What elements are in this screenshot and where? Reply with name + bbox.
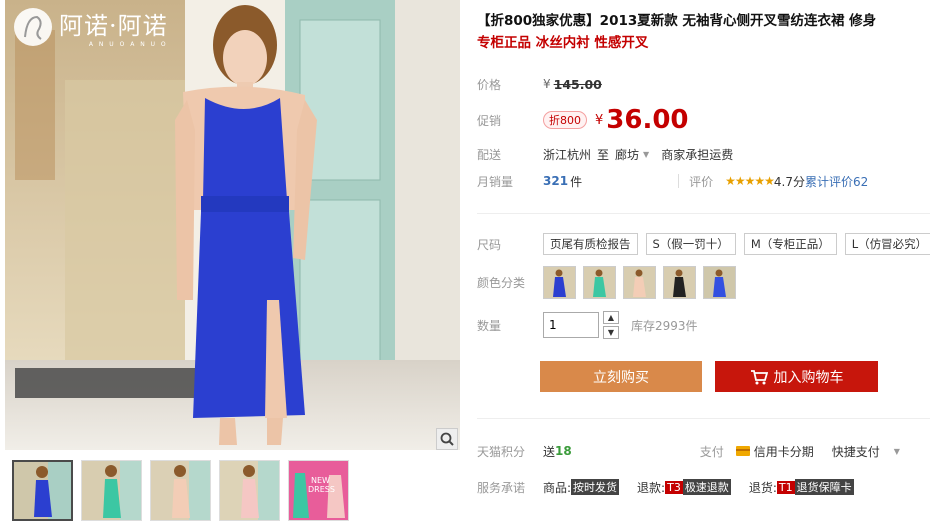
size-option-m[interactable]: M（专柜正品） <box>743 233 837 255</box>
review-count: 62 <box>853 174 869 189</box>
service-goods-label: 商品: <box>543 480 572 495</box>
pay-more-caret-icon[interactable]: ▼ <box>894 447 900 456</box>
shipping-to-word: 至 <box>597 147 610 162</box>
original-price: 145.00 <box>553 76 602 92</box>
pay-label: 支付 <box>699 444 724 459</box>
divider-top <box>477 213 930 214</box>
pay-card[interactable]: 信用卡分期 <box>754 443 814 460</box>
color-swatch-blue-alt[interactable] <box>703 266 736 299</box>
cart-icon <box>750 369 768 384</box>
main-product-image[interactable]: 阿诺·阿诺 A N U O A N U O <box>5 0 460 450</box>
size-row: 尺码 页尾有质检报告 S（假一罚十） M（专柜正品） L（仿冒必究） <box>477 233 930 255</box>
service-row: 服务承诺 商品: 按时发货 退款: T3 极速退款 退货: T1 退货保障卡 <box>477 476 854 498</box>
color-row: 颜色分类 <box>477 266 743 299</box>
promo-label: 促销 <box>477 113 502 128</box>
add-to-cart-button[interactable]: 加入购物车 <box>715 361 878 392</box>
service-return-label: 退货: <box>748 480 777 495</box>
service-label: 服务承诺 <box>477 480 526 495</box>
sales-row: 月销量 321 件 评价 ★★★★★ 4.7分 累计评价62 <box>477 170 868 192</box>
product-title: 【折800独家优惠】2013夏新款 无袖背心侧开叉雪纺连衣裙 修身 <box>477 13 877 29</box>
service-refund-label: 退款: <box>637 480 666 495</box>
service-return-badge[interactable]: 退货保障卡 <box>794 479 854 495</box>
size-label: 尺码 <box>477 237 502 252</box>
color-label: 颜色分类 <box>477 276 526 290</box>
thumbnail-strip: NEW DRESS <box>12 460 349 521</box>
pay-quick[interactable]: 快捷支付 <box>832 443 880 460</box>
sales-count: 321 <box>543 174 569 188</box>
price-row: 价格 ¥ 145.00 <box>477 73 602 95</box>
service-goods-badge[interactable]: 按时发货 <box>571 479 620 495</box>
quantity-input[interactable] <box>543 312 599 338</box>
brand-name: 阿诺·阿诺 <box>59 12 168 40</box>
sales-label: 月销量 <box>477 174 514 189</box>
product-title-block: 【折800独家优惠】2013夏新款 无袖背心侧开叉雪纺连衣裙 修身 专柜正品 冰… <box>477 10 927 54</box>
product-subtitle: 专柜正品 冰丝内衬 性感开叉 <box>477 35 649 51</box>
quantity-row: 数量 ▲ ▼ 库存2993件 <box>477 310 698 340</box>
thumbnail-new-dress-promo[interactable]: NEW DRESS <box>288 460 349 521</box>
size-option-s[interactable]: S（假一罚十） <box>645 233 736 255</box>
divider-bottom <box>477 418 930 419</box>
quantity-stepper: ▲ ▼ <box>603 311 619 339</box>
price-currency: ¥ <box>543 77 551 91</box>
promo-text-dress: DRESS <box>308 485 335 494</box>
size-option-report[interactable]: 页尾有质检报告 <box>543 233 638 255</box>
points-value: 18 <box>555 444 572 458</box>
shipping-destination[interactable]: 廊坊 <box>615 146 639 163</box>
promo-currency: ¥ <box>595 112 604 128</box>
points-row: 天猫积分 送 18 支付 信用卡分期 快捷支付 ▼ <box>477 440 900 462</box>
thumbnail-blue-dress[interactable] <box>12 460 73 521</box>
brand-logo: 阿诺·阿诺 A N U O A N U O <box>13 6 168 48</box>
price-label: 价格 <box>477 77 502 92</box>
brand-logo-mark <box>14 8 52 46</box>
thumbnail-peach-dress[interactable] <box>150 460 211 521</box>
product-photo <box>5 0 460 450</box>
shipping-note: 商家承担运费 <box>661 147 734 162</box>
color-swatch-blue[interactable] <box>543 266 576 299</box>
quantity-decrease-button[interactable]: ▼ <box>603 326 619 339</box>
color-swatch-black[interactable] <box>663 266 696 299</box>
stock-text: 库存2993件 <box>631 318 698 333</box>
thumbnail-pink-dress[interactable] <box>219 460 280 521</box>
zoom-button[interactable] <box>436 428 458 450</box>
color-swatch-mint[interactable] <box>583 266 616 299</box>
review-text: 累计评价 <box>804 174 853 189</box>
size-option-l[interactable]: L（仿冒必究） <box>844 233 930 255</box>
shipping-row: 配送 浙江杭州 至 廊坊 ▼ 商家承担运费 <box>477 143 733 165</box>
service-refund-badge[interactable]: 极速退款 <box>682 479 731 495</box>
sales-unit: 件 <box>570 174 583 189</box>
promo-row: 促销 折800 ¥ 36.00 <box>477 105 689 135</box>
rating-label: 评价 <box>689 174 714 189</box>
quantity-label: 数量 <box>477 318 502 333</box>
caret-down-icon[interactable]: ▼ <box>643 150 649 159</box>
buy-now-button[interactable]: 立刻购买 <box>540 361 702 392</box>
add-cart-label: 加入购物车 <box>773 369 844 386</box>
credit-card-icon <box>735 446 750 456</box>
sales-divider <box>678 174 680 188</box>
promo-price: 36.00 <box>606 105 689 135</box>
brand-sub: A N U O A N U O <box>88 41 168 48</box>
magnifier-icon <box>440 432 454 446</box>
quantity-increase-button[interactable]: ▲ <box>603 311 619 324</box>
color-swatch-peach[interactable] <box>623 266 656 299</box>
review-link[interactable]: 累计评价62 <box>805 173 868 190</box>
rating-score: 4.7分 <box>773 174 805 189</box>
rating-stars: ★★★★★ <box>725 174 775 188</box>
buy-now-label: 立刻购买 <box>593 369 649 386</box>
promo-text-new: NEW <box>311 476 330 485</box>
shipping-label: 配送 <box>477 147 502 162</box>
service-refund-tier: T3 <box>665 480 683 494</box>
points-prefix: 送 <box>543 444 556 459</box>
service-return-tier: T1 <box>776 480 795 494</box>
shipping-from: 浙江杭州 <box>543 147 592 162</box>
thumbnail-mint-dress[interactable] <box>81 460 142 521</box>
points-label: 天猫积分 <box>477 444 526 459</box>
promo-tag[interactable]: 折800 <box>543 111 587 129</box>
